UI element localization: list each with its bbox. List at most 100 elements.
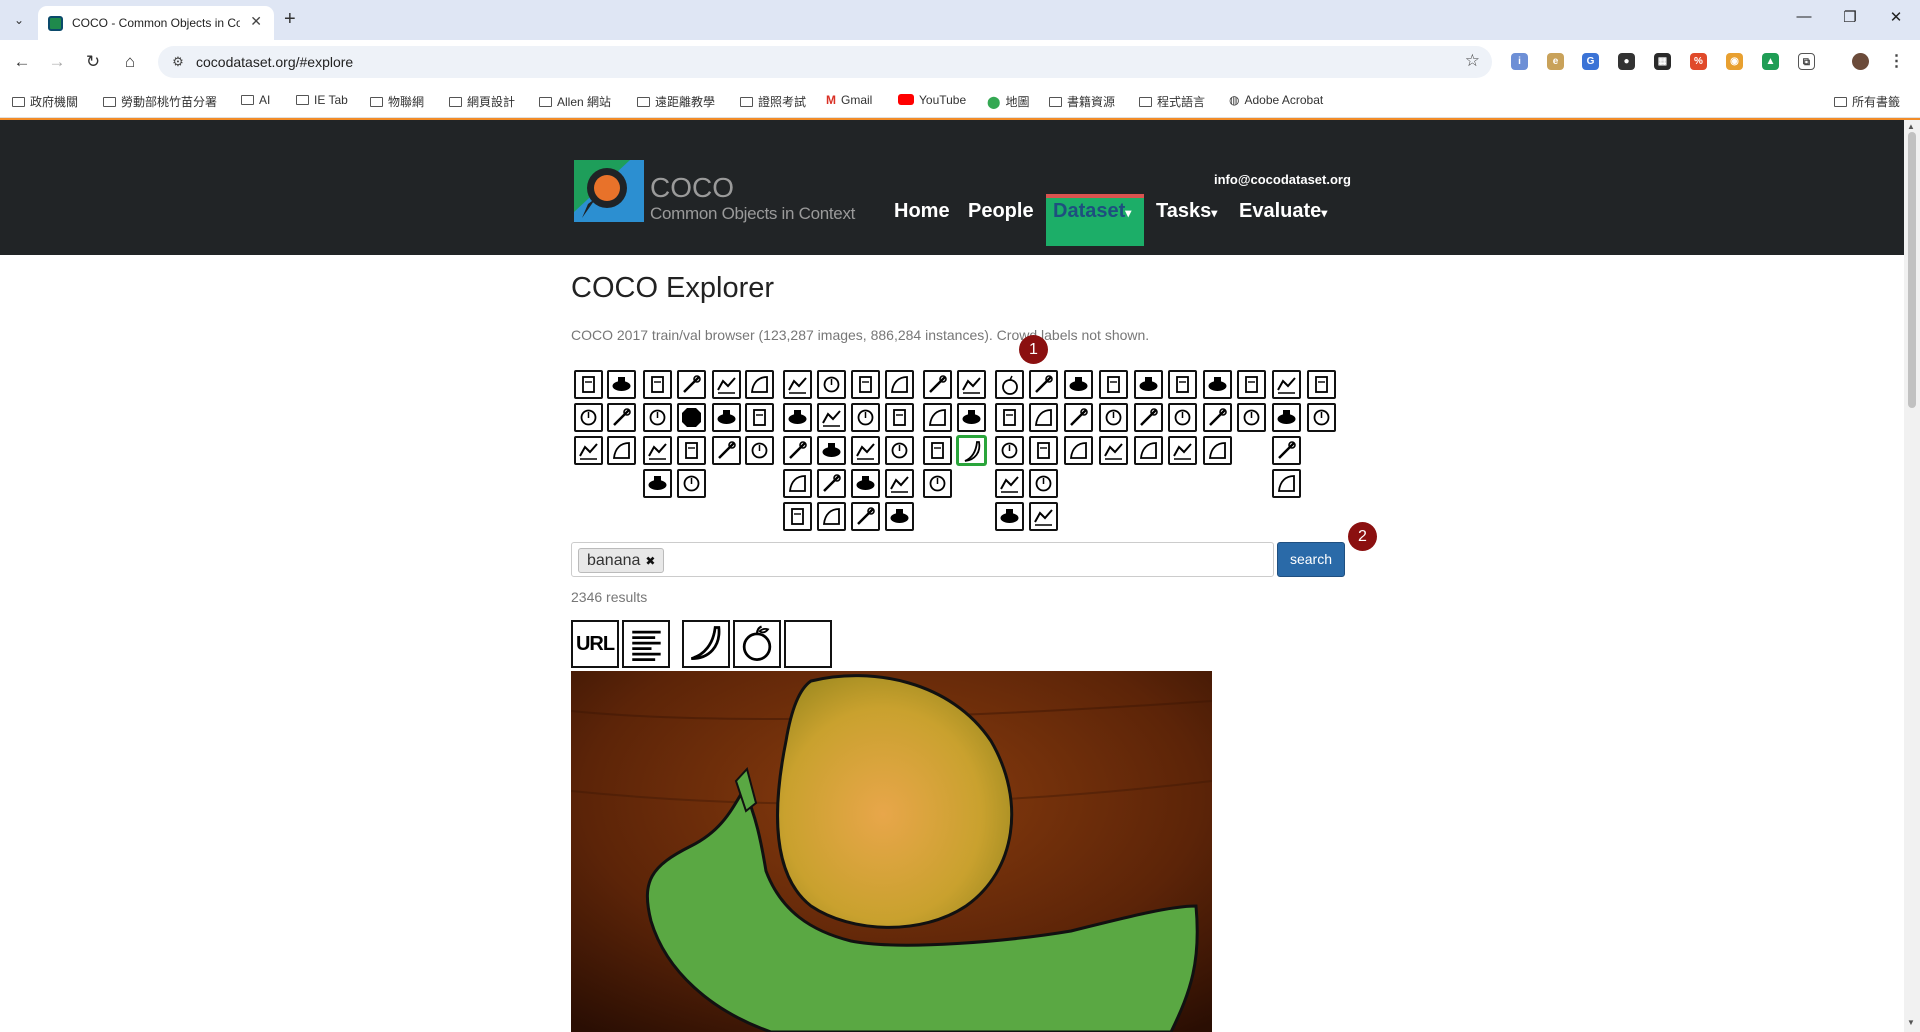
nav-tasks[interactable]: Tasks▾: [1156, 200, 1217, 223]
tab-close-icon[interactable]: ✕: [250, 13, 262, 30]
category-sheep-icon[interactable]: [745, 403, 774, 432]
category-teddy-bear-icon[interactable]: [1272, 469, 1301, 498]
close-window-icon[interactable]: ✕: [1876, 8, 1916, 26]
category-broccoli-icon[interactable]: [995, 469, 1024, 498]
category-bird-icon[interactable]: [712, 370, 741, 399]
category-book-icon[interactable]: [1237, 403, 1266, 432]
search-button[interactable]: search: [1277, 542, 1345, 577]
extension-1-icon[interactable]: i: [1511, 53, 1528, 70]
extension-8-icon[interactable]: ▲: [1762, 53, 1779, 70]
category-refrigerator-icon[interactable]: [1237, 370, 1266, 399]
category-tv-icon[interactable]: [1099, 436, 1128, 465]
category-bed-icon[interactable]: [1064, 436, 1093, 465]
bookmark-maps[interactable]: ⬤ 地圖: [987, 93, 1029, 110]
nav-home[interactable]: Home: [894, 200, 950, 223]
browser-tab-active[interactable]: COCO - Common Objects in Context ✕: [38, 6, 274, 40]
url-button[interactable]: URL: [571, 620, 619, 668]
category-handbag-icon[interactable]: [817, 403, 846, 432]
category-fire-hydrant-icon[interactable]: [677, 370, 706, 399]
bookmark-folder[interactable]: IE Tab: [296, 93, 348, 107]
minimize-icon[interactable]: —: [1784, 8, 1824, 25]
back-arrow-icon[interactable]: ←: [10, 50, 34, 74]
category-boat-icon[interactable]: [643, 436, 672, 465]
category-tennis-racket-icon[interactable]: [885, 469, 914, 498]
bookmark-folder[interactable]: 書籍資源: [1049, 93, 1115, 110]
contact-email-link[interactable]: info@cocodataset.org: [1214, 172, 1351, 187]
category-car-icon[interactable]: [574, 436, 603, 465]
extension-7-icon[interactable]: ◉: [1726, 53, 1743, 70]
profile-avatar[interactable]: [1852, 53, 1869, 70]
category-bus-icon[interactable]: [607, 436, 636, 465]
category-surfboard-icon[interactable]: [885, 436, 914, 465]
logo-title[interactable]: COCO: [650, 172, 734, 204]
coco-logo-icon[interactable]: [574, 160, 644, 222]
category-sports-ball-icon[interactable]: [851, 436, 880, 465]
extension-6-icon[interactable]: %: [1690, 53, 1707, 70]
url-text[interactable]: cocodataset.org/#explore: [196, 54, 353, 70]
home-icon[interactable]: ⌂: [118, 50, 142, 74]
category-hair-drier-icon[interactable]: [1307, 370, 1336, 399]
category-suitcase-icon[interactable]: [817, 469, 846, 498]
category-airplane-icon[interactable]: [607, 403, 636, 432]
category-apple-icon[interactable]: [995, 370, 1024, 399]
category-frisbee-icon[interactable]: [817, 502, 846, 531]
reload-icon[interactable]: ↻: [81, 50, 105, 74]
logo-subtitle[interactable]: Common Objects in Context: [650, 204, 855, 224]
category-vase-icon[interactable]: [1272, 403, 1301, 432]
bookmark-folder[interactable]: Allen 網站: [539, 93, 611, 110]
category-fork-icon[interactable]: [923, 436, 952, 465]
bookmark-folder[interactable]: 證照考試: [740, 93, 806, 110]
category-motorcycle-icon[interactable]: [607, 370, 636, 399]
bookmark-folder[interactable]: 勞動部桃竹苗分署: [103, 93, 217, 110]
all-bookmarks[interactable]: 所有書籤: [1834, 93, 1900, 110]
category-sandwich-icon[interactable]: [995, 403, 1024, 432]
bookmark-folder[interactable]: 政府機關: [12, 93, 78, 110]
category-hot-dog-icon[interactable]: [1029, 370, 1058, 399]
category-toaster-icon[interactable]: [1203, 403, 1232, 432]
category-horse-icon[interactable]: [745, 370, 774, 399]
category-bottle-icon[interactable]: [885, 502, 914, 531]
nav-evaluate[interactable]: Evaluate▾: [1239, 200, 1327, 223]
category-cake-icon[interactable]: [1029, 469, 1058, 498]
category-donut-icon[interactable]: [1029, 436, 1058, 465]
category-toilet-icon[interactable]: [1099, 403, 1128, 432]
category-backpack-icon[interactable]: [783, 502, 812, 531]
category-sink-icon[interactable]: [1203, 436, 1232, 465]
scroll-down-icon[interactable]: ▼: [1907, 1018, 1915, 1027]
category-skis-icon[interactable]: [851, 370, 880, 399]
bookmark-folder[interactable]: AI: [241, 93, 270, 107]
category-bear-icon[interactable]: [783, 403, 812, 432]
page-scrollbar[interactable]: ▲ ▼: [1904, 120, 1920, 1032]
category-cat-icon[interactable]: [712, 403, 741, 432]
address-bar[interactable]: ⚙ cocodataset.org/#explore ☆: [158, 46, 1492, 78]
category-umbrella-icon[interactable]: [817, 370, 846, 399]
category-bicycle-icon[interactable]: [574, 403, 603, 432]
category-bench-icon[interactable]: [677, 469, 706, 498]
new-tab-plus-icon[interactable]: +: [284, 8, 296, 31]
apple-toggle-icon[interactable]: [733, 620, 781, 668]
bookmark-gmail[interactable]: M Gmail: [826, 93, 872, 107]
category-chair-icon[interactable]: [1029, 502, 1058, 531]
remove-tag-icon[interactable]: ✖: [645, 554, 655, 568]
bookmark-acrobat[interactable]: ◍ Adobe Acrobat: [1229, 93, 1323, 107]
nav-people[interactable]: People: [968, 200, 1034, 223]
site-info-icon[interactable]: ⚙: [170, 54, 186, 70]
category-mouse-icon[interactable]: [1134, 403, 1163, 432]
category-cup-icon[interactable]: [923, 403, 952, 432]
category-train-icon[interactable]: [643, 370, 672, 399]
category-search-input[interactable]: banana ✖: [571, 542, 1274, 577]
bookmark-folder[interactable]: 程式語言: [1139, 93, 1205, 110]
category-truck-icon[interactable]: [643, 403, 672, 432]
category-scissors-icon[interactable]: [1272, 436, 1301, 465]
category-bowl-icon[interactable]: [957, 403, 986, 432]
translate-extension-icon[interactable]: G: [1582, 53, 1599, 70]
browser-menu-icon[interactable]: ⋮: [1888, 53, 1905, 70]
category-cow-icon[interactable]: [745, 436, 774, 465]
category-traffic-light-icon[interactable]: [643, 469, 672, 498]
category-dining-table-icon[interactable]: [1099, 370, 1128, 399]
category-elephant-icon[interactable]: [783, 370, 812, 399]
category-orange-icon[interactable]: [995, 436, 1024, 465]
extension-2-icon[interactable]: e: [1547, 53, 1564, 70]
empty-toggle-button[interactable]: [784, 620, 832, 668]
bookmark-star-icon[interactable]: ☆: [1465, 51, 1480, 71]
